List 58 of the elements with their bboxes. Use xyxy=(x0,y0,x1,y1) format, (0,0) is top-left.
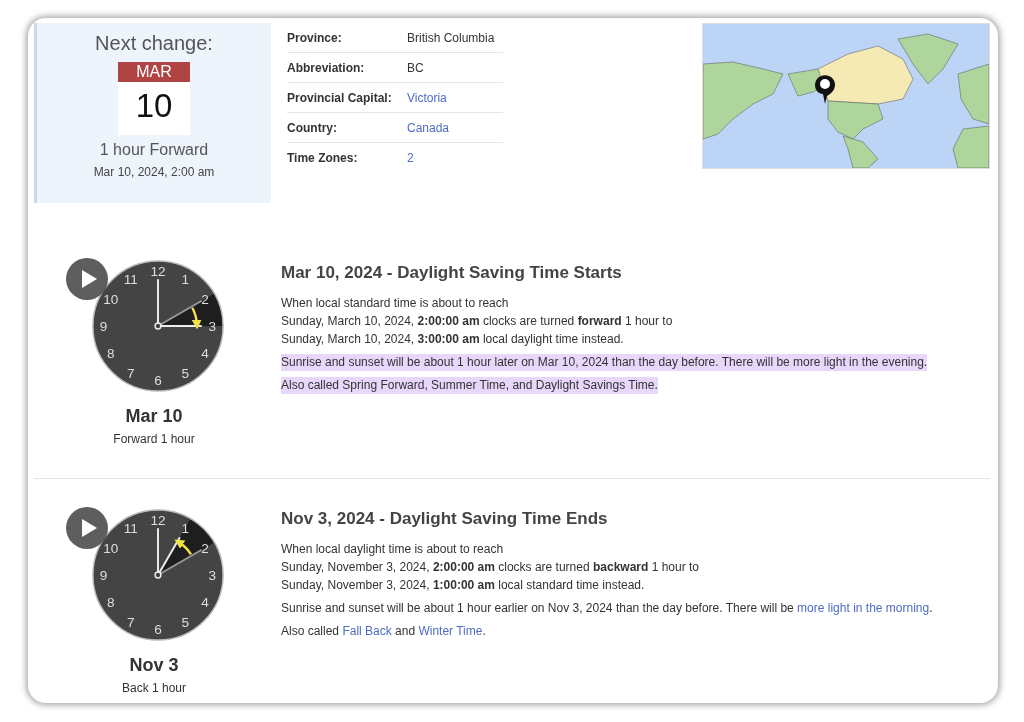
dial-number: 12 xyxy=(150,513,166,529)
play-icon xyxy=(80,269,98,289)
event-change: Forward 1 hour xyxy=(113,432,195,448)
dial-number: 5 xyxy=(181,614,189,630)
dial-number: 6 xyxy=(154,622,162,638)
event-change: Back 1 hour xyxy=(121,681,186,697)
note-text: Also called Spring Forward, Summer Time, and Daylight Savings Time. xyxy=(281,377,658,394)
fact-label: Provincial Capital: xyxy=(287,90,393,105)
calendar-month: MAR xyxy=(118,62,190,82)
dial-number: 4 xyxy=(201,595,209,611)
calendar-day: 10 xyxy=(135,82,173,135)
dial-number: 5 xyxy=(181,365,189,381)
dial-number: 8 xyxy=(107,346,115,362)
dial-number: 1 xyxy=(181,520,189,536)
dial-number: 2 xyxy=(201,291,209,307)
event-date: Nov 3 xyxy=(129,655,179,676)
description-line: When local standard time is about to reach xyxy=(281,295,510,312)
dial-number: 11 xyxy=(123,271,138,287)
note-text: Sunrise and sunset will be about 1 hour earlier on Nov 3, 2024 than the day before. There will be more light in the morning. xyxy=(281,600,933,617)
fact-label: Time Zones: xyxy=(287,150,359,165)
fact-value: BC xyxy=(407,60,424,75)
fact-label: Country: xyxy=(287,120,338,135)
description-line: Sunday, March 10, 2024, 3:00:00 am local daylight time instead. xyxy=(281,331,625,348)
fact-label: Abbreviation: xyxy=(287,60,366,75)
dial-number: 7 xyxy=(127,614,135,630)
change-summary: 1 hour Forward xyxy=(99,141,209,159)
play-icon xyxy=(80,518,98,538)
fact-label: Province: xyxy=(287,30,343,45)
dial-number: 4 xyxy=(201,346,209,362)
event-title: Mar 10, 2024 - Daylight Saving Time Starts xyxy=(281,263,623,283)
dial-number: 12 xyxy=(150,264,166,280)
description-line: When local daylight time is about to reach xyxy=(281,541,505,558)
fact-link[interactable]: 2 xyxy=(407,150,414,165)
note-text: Also called Fall Back and Winter Time. xyxy=(281,623,486,640)
dial-number: 2 xyxy=(201,540,209,556)
dial-number: 10 xyxy=(103,291,119,307)
dial-number: 1 xyxy=(181,271,189,287)
dial-number: 11 xyxy=(123,520,138,536)
next-change-heading: Next change: xyxy=(95,32,213,55)
description-line: Sunday, November 3, 2024, 2:00:00 am clocks are turned backward 1 hour to xyxy=(281,559,701,576)
dial-number: 8 xyxy=(107,595,115,611)
fact-link[interactable]: Canada xyxy=(407,120,450,135)
text-link[interactable]: Fall Back xyxy=(342,624,392,638)
dial-number: 10 xyxy=(103,540,119,556)
description-line: Sunday, November 3, 2024, 1:00:00 am local standard time instead. xyxy=(281,577,646,594)
event-title: Nov 3, 2024 - Daylight Saving Time Ends xyxy=(281,509,609,529)
dial-number: 6 xyxy=(154,373,162,389)
dial-number: 3 xyxy=(208,567,217,583)
description-line: Sunday, March 10, 2024, 2:00:00 am clocks are turned forward 1 hour to xyxy=(281,313,674,330)
fact-value: British Columbia xyxy=(407,30,495,45)
dial-number: 7 xyxy=(127,365,135,381)
dial-number: 9 xyxy=(99,318,108,334)
note-text: Sunrise and sunset will be about 1 hour later on Mar 10, 2024 than the day before. There will be more light in the evening. xyxy=(281,354,928,371)
dial-number: 9 xyxy=(99,567,108,583)
fact-link[interactable]: Victoria xyxy=(407,90,447,105)
dial-number: 3 xyxy=(208,318,217,334)
event-date: Mar 10 xyxy=(125,406,183,427)
change-datetime: Mar 10, 2024, 2:00 am xyxy=(93,165,215,179)
